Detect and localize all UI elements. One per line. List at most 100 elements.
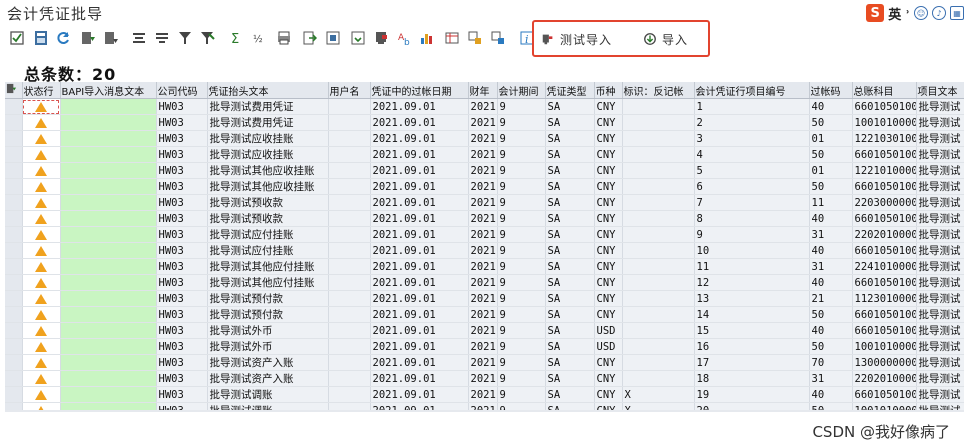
cell-period[interactable]: 9 (497, 146, 546, 163)
message-cell[interactable] (60, 226, 157, 243)
cell-period[interactable]: 9 (497, 226, 546, 243)
cell-cur[interactable]: CNY (594, 130, 623, 147)
cell-pk[interactable]: 40 (809, 98, 853, 115)
cell-date[interactable]: 2021.09.01 (370, 162, 469, 179)
cell-period[interactable]: 9 (497, 114, 546, 131)
cell-company[interactable]: HW03 (156, 114, 208, 131)
cell-year[interactable]: 2021 (468, 354, 498, 371)
row-selector[interactable] (5, 194, 23, 211)
word-icon[interactable]: Ab (397, 30, 413, 46)
cell-gl[interactable]: 1300000000 (852, 354, 917, 371)
export3-icon[interactable] (350, 30, 366, 46)
layout-change-icon[interactable] (467, 30, 483, 46)
column-header[interactable]: 项目文本 (916, 82, 964, 99)
cell-pk[interactable]: 40 (809, 210, 853, 227)
spreadsheet-icon[interactable] (373, 30, 389, 46)
cell-type[interactable]: SA (545, 274, 595, 291)
cell-user[interactable] (328, 226, 371, 243)
cell-type[interactable]: SA (545, 338, 595, 355)
cell-company[interactable]: HW03 (156, 290, 208, 307)
cell-period[interactable]: 9 (497, 210, 546, 227)
cell-pk[interactable]: 11 (809, 194, 853, 211)
cell-company[interactable]: HW03 (156, 98, 208, 115)
cell-period[interactable]: 9 (497, 354, 546, 371)
cell-item[interactable]: 17 (694, 354, 810, 371)
cell-date[interactable]: 2021.09.01 (370, 370, 469, 387)
cell-date[interactable]: 2021.09.01 (370, 210, 469, 227)
cell-rev[interactable] (622, 194, 695, 211)
cell-text[interactable]: 批导测试 (916, 130, 964, 147)
cell-year[interactable]: 2021 (468, 338, 498, 355)
cell-period[interactable]: 9 (497, 194, 546, 211)
cell-header[interactable]: 批导测试应收挂账 (207, 146, 329, 163)
table-row[interactable]: HW03 批导测试其他应付挂账 2021.09.01 2021 9 SA CNY 12 40 66… (5, 274, 964, 291)
cell-year[interactable]: 2021 (468, 386, 498, 403)
row-selector[interactable] (5, 178, 23, 195)
cell-company[interactable]: HW03 (156, 386, 208, 403)
filter-icon[interactable] (177, 30, 193, 46)
ime-voice-icon[interactable]: ♪ (932, 6, 946, 20)
select-all-icon[interactable] (5, 82, 23, 99)
row-selector[interactable] (5, 146, 23, 163)
cell-user[interactable] (328, 146, 371, 163)
cell-period[interactable]: 9 (497, 242, 546, 259)
row-selector[interactable] (5, 338, 23, 355)
table-row[interactable]: HW03 批导测试应收挂账 2021.09.01 2021 9 SA CNY 3 01 12210… (5, 130, 964, 147)
cell-period[interactable]: 9 (497, 98, 546, 115)
status-cell[interactable] (22, 114, 61, 131)
cell-cur[interactable]: CNY (594, 114, 623, 131)
cell-period[interactable]: 9 (497, 130, 546, 147)
cell-text[interactable]: 批导测试 (916, 194, 964, 211)
row-selector[interactable] (5, 354, 23, 371)
cell-cur[interactable]: CNY (594, 258, 623, 275)
cell-pk[interactable]: 70 (809, 354, 853, 371)
cell-pk[interactable]: 31 (809, 370, 853, 387)
cell-header[interactable]: 批导测试其他应付挂账 (207, 274, 329, 291)
cell-item[interactable]: 19 (694, 386, 810, 403)
cell-year[interactable]: 2021 (468, 226, 498, 243)
cell-date[interactable]: 2021.09.01 (370, 322, 469, 339)
cell-year[interactable]: 2021 (468, 210, 498, 227)
row-selector[interactable] (5, 290, 23, 307)
cell-header[interactable]: 批导测试外币 (207, 338, 329, 355)
table-row[interactable]: HW03批导测试调账 2021.09.0120219SACNYX205010010… (5, 402, 964, 410)
status-cell[interactable] (22, 306, 61, 323)
cell-date[interactable]: 2021.09.01 (370, 178, 469, 195)
cell-user[interactable] (328, 114, 371, 131)
cell-year[interactable]: 2021 (468, 146, 498, 163)
cell-item[interactable]: 6 (694, 178, 810, 195)
import-button[interactable]: 导入 (643, 31, 688, 47)
message-cell[interactable] (60, 98, 157, 115)
cell-item[interactable]: 15 (694, 322, 810, 339)
cell-gl[interactable]: 6601050100 (852, 274, 917, 291)
cell-type[interactable]: SA (545, 386, 595, 403)
cell-company[interactable]: HW03 (156, 370, 208, 387)
cell-rev[interactable] (622, 98, 695, 115)
cell-cur[interactable]: CNY (594, 226, 623, 243)
cell-period[interactable]: 9 (497, 338, 546, 355)
row-selector[interactable] (5, 114, 23, 131)
row-selector[interactable] (5, 98, 23, 115)
message-cell[interactable] (60, 178, 157, 195)
cell-date[interactable]: 2021.09.01 (370, 338, 469, 355)
cell-type[interactable]: SA (545, 290, 595, 307)
cell-user[interactable] (328, 402, 371, 410)
cell-pk[interactable]: 01 (809, 130, 853, 147)
cell-date[interactable]: 2021.09.01 (370, 354, 469, 371)
row-selector[interactable] (5, 322, 23, 339)
row-selector[interactable] (5, 274, 23, 291)
sort-desc-icon[interactable] (154, 30, 170, 46)
cell-item[interactable]: 11 (694, 258, 810, 275)
calculator-icon[interactable] (33, 30, 49, 46)
cell-gl[interactable]: 6601050100 (852, 386, 917, 403)
row-selector[interactable] (5, 370, 23, 387)
cell-rev[interactable] (622, 306, 695, 323)
row-selector[interactable] (5, 130, 23, 147)
cell-item[interactable]: 8 (694, 210, 810, 227)
filter-list2-icon[interactable] (103, 30, 119, 46)
message-cell[interactable] (60, 338, 157, 355)
cell-header[interactable]: 批导测试预付款 (207, 290, 329, 307)
cell-gl[interactable]: 6601050100 (852, 322, 917, 339)
cell-date[interactable]: 2021.09.01 (370, 402, 469, 410)
filter-list-icon[interactable] (80, 30, 96, 46)
